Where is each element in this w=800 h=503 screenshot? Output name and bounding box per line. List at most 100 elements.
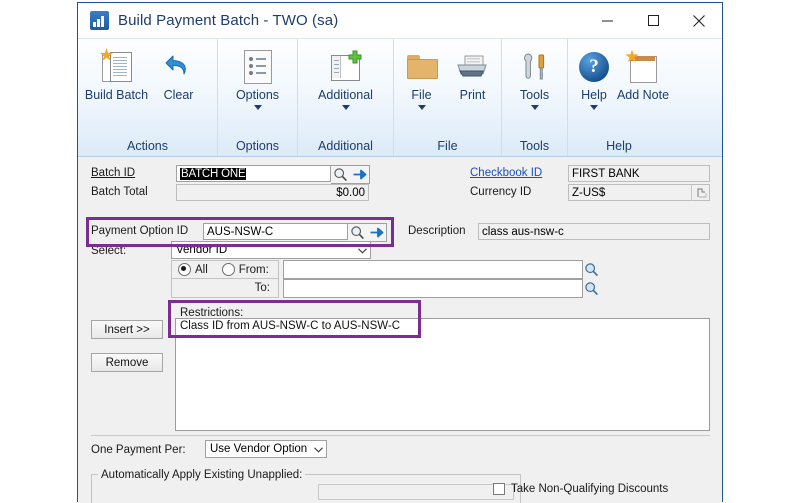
ribbon-button-options[interactable]: Options xyxy=(223,44,293,110)
ribbon-button-clear[interactable]: Clear xyxy=(148,44,210,102)
currency-id-field[interactable]: Z-US$ xyxy=(568,184,710,201)
chevron-down-icon[interactable] xyxy=(590,105,598,110)
radio-all-label: All xyxy=(195,263,208,276)
batch-id-goto-button[interactable] xyxy=(350,165,370,184)
expand-note-icon xyxy=(697,188,707,198)
ribbon-group-actions: Build Batch Clear Actions xyxy=(78,39,218,156)
range-to-label-cell: To: xyxy=(171,279,279,298)
help-question-circle-icon: ? xyxy=(579,47,609,87)
ribbon-label-print: Print xyxy=(459,88,486,102)
chevron-down-icon[interactable] xyxy=(417,105,426,110)
currency-id-value: Z-US$ xyxy=(572,186,606,199)
ribbon-group-title-file: File xyxy=(437,139,458,153)
payment-option-id-label: Payment Option ID xyxy=(91,225,189,237)
ribbon-label-add-note: Add Note xyxy=(616,88,670,102)
ribbon-toolbar: Build Batch Clear Actions Options Option… xyxy=(78,39,722,157)
chevron-down-icon[interactable] xyxy=(253,105,262,110)
ribbon-label-build-batch: Build Batch xyxy=(84,88,149,102)
ribbon-label-file: File xyxy=(411,88,432,102)
select-dropdown[interactable]: Vendor ID xyxy=(171,241,371,259)
undo-arrow-icon xyxy=(163,47,195,87)
insert-button[interactable]: Insert >> xyxy=(91,320,163,339)
ribbon-label-help: Help xyxy=(581,88,607,102)
ribbon-group-tools: Tools Tools xyxy=(502,39,568,156)
range-from-lookup-button[interactable] xyxy=(583,260,600,279)
range-to-lookup-button[interactable] xyxy=(583,279,600,298)
chevron-down-icon[interactable] xyxy=(341,105,350,110)
checkbook-id-label[interactable]: Checkbook ID xyxy=(470,167,542,179)
ribbon-label-additional: Additional xyxy=(318,88,373,102)
form-body: Batch ID BATCH ONE Batch Total $0.00 Che… xyxy=(78,157,722,503)
minimize-icon[interactable] xyxy=(584,3,630,38)
ribbon-button-print[interactable]: Print xyxy=(447,44,499,102)
ribbon-button-tools[interactable]: Tools xyxy=(507,44,563,110)
bulleted-list-document-icon xyxy=(243,47,272,87)
ribbon-button-build-batch[interactable]: Build Batch xyxy=(84,44,149,102)
ribbon-button-file[interactable]: File xyxy=(397,44,447,110)
window-title: Build Payment Batch - TWO (sa) xyxy=(118,12,339,29)
payment-option-goto-button[interactable] xyxy=(367,223,387,242)
chevron-down-icon[interactable] xyxy=(530,105,539,110)
batch-id-input[interactable]: BATCH ONE xyxy=(176,165,331,182)
remove-button-label: Remove xyxy=(105,356,149,369)
ribbon-button-additional[interactable]: Additional xyxy=(303,44,389,110)
ribbon-label-clear: Clear xyxy=(163,88,194,102)
chart-bars-icon xyxy=(90,11,109,30)
ribbon-button-add-note[interactable]: Add Note xyxy=(616,44,670,102)
description-label: Description xyxy=(408,225,466,237)
magnifier-lookup-icon xyxy=(585,282,598,296)
window-controls xyxy=(584,3,722,38)
one-payment-per-value: Use Vendor Option xyxy=(210,443,308,455)
take-discounts-row[interactable]: Take Non-Qualifying Discounts xyxy=(493,483,668,495)
checkbook-id-value: FIRST BANK xyxy=(572,167,640,180)
one-payment-per-dropdown[interactable]: Use Vendor Option xyxy=(205,440,327,458)
currency-expand-button[interactable] xyxy=(691,184,711,201)
chevron-down-icon xyxy=(358,247,367,254)
payment-option-id-value: AUS-NSW-C xyxy=(207,225,274,238)
range-to-input[interactable] xyxy=(283,279,583,298)
blue-right-arrow-icon xyxy=(370,227,384,238)
ribbon-group-file: File Print File xyxy=(394,39,502,156)
restrictions-listbox[interactable]: Class ID from AUS-NSW-C to AUS-NSW-C xyxy=(175,318,710,431)
take-discounts-checkbox[interactable] xyxy=(493,483,505,495)
chevron-down-icon xyxy=(314,446,323,453)
application-window: Build Payment Batch - TWO (sa) Build Bat… xyxy=(77,2,723,503)
batch-total-label: Batch Total xyxy=(91,186,148,198)
insert-button-label: Insert >> xyxy=(104,323,150,336)
range-radio-group: All From: xyxy=(171,260,279,279)
ribbon-group-options: Options Options xyxy=(218,39,298,156)
blue-right-arrow-icon xyxy=(353,169,367,180)
select-label: Select: xyxy=(91,245,127,257)
range-to-label: To: xyxy=(254,282,270,294)
title-bar: Build Payment Batch - TWO (sa) xyxy=(78,3,722,39)
batch-id-label: Batch ID xyxy=(91,167,136,179)
ribbon-button-help[interactable]: ? Help xyxy=(570,44,618,110)
maximize-icon[interactable] xyxy=(630,3,676,38)
radio-from[interactable] xyxy=(221,263,235,276)
ribbon-group-title-additional: Additional xyxy=(318,139,373,153)
batch-total-value: $0.00 xyxy=(336,186,365,199)
close-icon[interactable] xyxy=(676,3,722,38)
ribbon-group-help: ? Help Add Note Help xyxy=(568,39,670,156)
batch-id-lookup-button[interactable] xyxy=(331,165,351,184)
payment-option-id-input[interactable]: AUS-NSW-C xyxy=(203,223,348,240)
auto-apply-field[interactable] xyxy=(318,484,514,500)
folder-icon xyxy=(406,47,438,87)
description-value: class aus-nsw-c xyxy=(482,225,564,238)
ribbon-label-tools: Tools xyxy=(519,88,550,102)
range-from-input[interactable] xyxy=(283,260,583,279)
payment-option-lookup-button[interactable] xyxy=(348,223,368,242)
radio-from-label: From: xyxy=(238,263,269,276)
magnifier-lookup-icon xyxy=(334,168,347,182)
list-item[interactable]: Class ID from AUS-NSW-C to AUS-NSW-C xyxy=(176,319,709,333)
new-document-star-icon xyxy=(99,47,132,87)
remove-button[interactable]: Remove xyxy=(91,353,163,372)
window-plus-icon xyxy=(330,47,361,87)
ribbon-group-title-tools: Tools xyxy=(519,139,550,153)
checkbook-id-field[interactable]: FIRST BANK xyxy=(568,165,710,182)
printer-icon xyxy=(456,47,490,87)
ribbon-group-title-options: Options xyxy=(235,139,280,153)
auto-apply-label: Automatically Apply Existing Unapplied: xyxy=(98,469,306,481)
radio-all[interactable] xyxy=(178,263,191,276)
select-value: Vendor ID xyxy=(176,244,228,256)
